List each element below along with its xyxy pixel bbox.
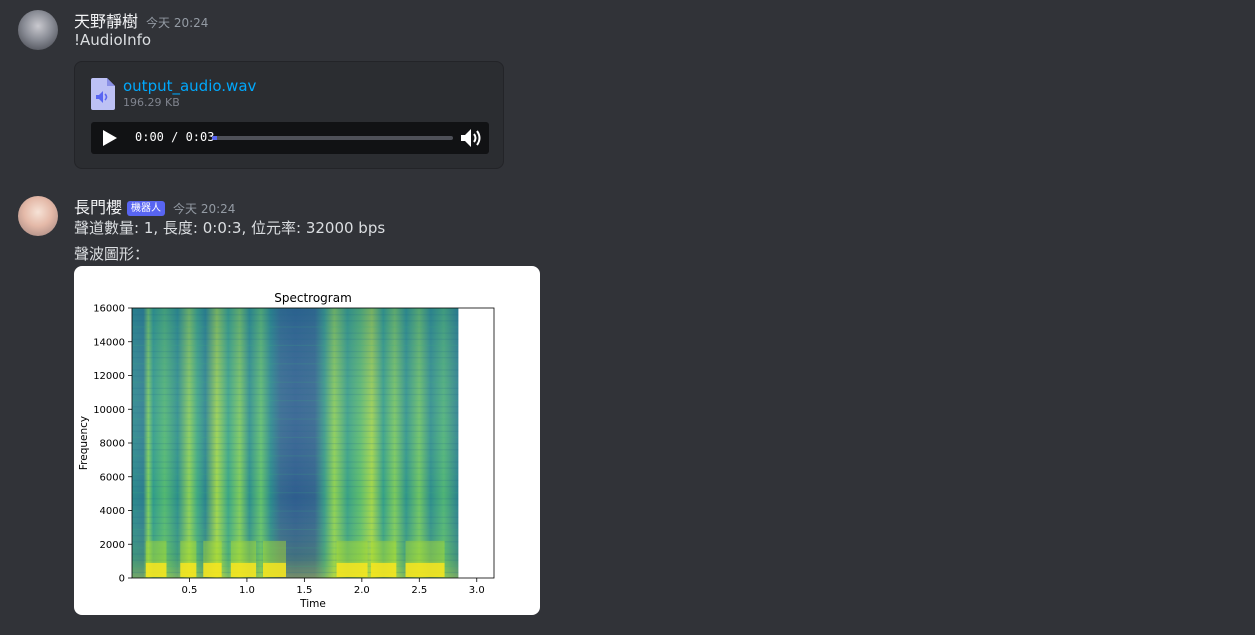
y-tick-label: 12000 [93,371,125,382]
y-tick-label: 14000 [93,337,125,348]
mid-frequency-energy [203,540,222,563]
spectrogram-band [132,479,459,482]
y-tick-label: 10000 [93,405,125,416]
spectrogram-band [132,363,459,365]
spectrogram-band [132,467,459,469]
playback-time: 0:00 / 0:03 [135,130,215,144]
message-line-audio-info: 聲道數量: 1, 長度: 0:0:3, 位元率: 32000 bps [74,219,386,237]
message-header: 長門櫻 機器人 今天 20:24 [74,194,235,218]
spectrogram-band [132,350,459,353]
spectrogram-band [132,314,459,316]
spectrogram-image[interactable]: Spectrogram 0.5 1.0 1.5 2.0 2.5 3.0 0 2000 4000… [74,266,540,615]
spectrogram-band [132,449,459,451]
mid-frequency-energy [180,540,197,563]
message-header: 天野靜樹 今天 20:24 [74,8,208,32]
mid-frequency-energy [405,540,445,563]
bot-avatar[interactable] [18,196,58,236]
message-line-waveform-label: 聲波圖形： [74,245,150,263]
spectrogram-band [132,326,459,328]
spectrogram-band [132,424,459,426]
low-frequency-energy [180,562,197,577]
username[interactable]: 長門櫻 [74,194,122,218]
spectrogram-band [132,332,459,334]
spectrogram-band [132,504,459,506]
x-tick-label: 0.5 [182,585,198,596]
x-tick-label: 2.5 [411,585,427,596]
spectrogram-band [132,436,459,439]
bot-badge: 機器人 [127,201,166,216]
x-tick-label: 1.0 [239,585,255,596]
low-frequency-energy [263,562,286,577]
y-axis-label: Frequency [78,416,90,470]
spectrogram-band [132,393,459,396]
spectrogram-band [132,498,459,500]
spectrogram-band [132,369,459,371]
mid-frequency-energy [230,540,257,563]
y-tick-label: 6000 [100,472,125,483]
spectrogram-band [132,510,459,512]
audio-file-icon [91,78,115,110]
y-tick-label: 2000 [100,540,125,551]
spectrogram-band [132,320,459,322]
spectrogram-band [132,357,459,359]
mid-frequency-energy [145,540,167,563]
mid-frequency-energy [263,540,286,563]
play-icon[interactable] [101,130,117,146]
chart-title: Spectrogram [274,291,352,305]
spectrogram-band [132,443,459,445]
spectrogram-band [132,344,459,347]
timestamp: 今天 20:24 [173,202,236,216]
attachment-file-size: 196.29 KB [123,96,180,109]
spectrogram-band [132,375,459,377]
spectrogram-band [132,485,459,488]
low-frequency-energy [405,562,445,577]
volume-icon[interactable] [461,129,485,147]
attachment-file-name[interactable]: output_audio.wav [123,77,256,95]
x-axis-label: Time [299,598,326,610]
spectrogram-band [132,516,459,518]
spectrogram-band [132,400,459,402]
low-frequency-energy [230,562,257,577]
spectrogram-band [132,338,459,340]
spectrogram-band [132,381,459,383]
spectrogram-band [132,406,459,408]
spectrogram-band [132,528,459,531]
user-avatar[interactable] [18,10,58,50]
spectrogram-band [132,473,459,475]
spectrogram-band [132,430,459,432]
y-tick-label: 4000 [100,506,125,517]
y-tick-label: 8000 [100,439,125,450]
spectrogram-band [132,461,459,463]
x-tick-label: 1.5 [296,585,312,596]
low-frequency-energy [371,562,397,577]
spectrogram-band [132,492,459,494]
username[interactable]: 天野靜樹 [74,8,138,32]
timestamp: 今天 20:24 [146,16,209,30]
low-frequency-energy [145,562,167,577]
mid-frequency-energy [336,540,368,563]
x-tick-label: 3.0 [469,585,485,596]
spectrogram-band [132,418,459,420]
spectrogram-chart: Spectrogram 0.5 1.0 1.5 2.0 2.5 3.0 0 2000 4000… [78,291,495,610]
audio-player: 0:00 / 0:03 [91,122,489,154]
message-content: !AudioInfo [74,31,152,49]
low-frequency-energy [336,562,368,577]
spectrogram-band [132,455,459,457]
spectrogram-band [132,387,459,389]
mid-frequency-energy [371,540,397,563]
progress-bar[interactable] [212,136,453,140]
spectrogram-band [132,412,459,414]
spectrogram-band [132,535,459,537]
low-frequency-energy [203,562,222,577]
audio-attachment: output_audio.wav 196.29 KB 0:00 / 0:03 [74,61,504,169]
y-tick-label: 16000 [93,304,125,315]
x-tick-label: 2.0 [354,585,370,596]
spectrogram-band [132,522,459,524]
y-tick-label: 0 [119,574,125,585]
progress-fill [212,136,217,140]
